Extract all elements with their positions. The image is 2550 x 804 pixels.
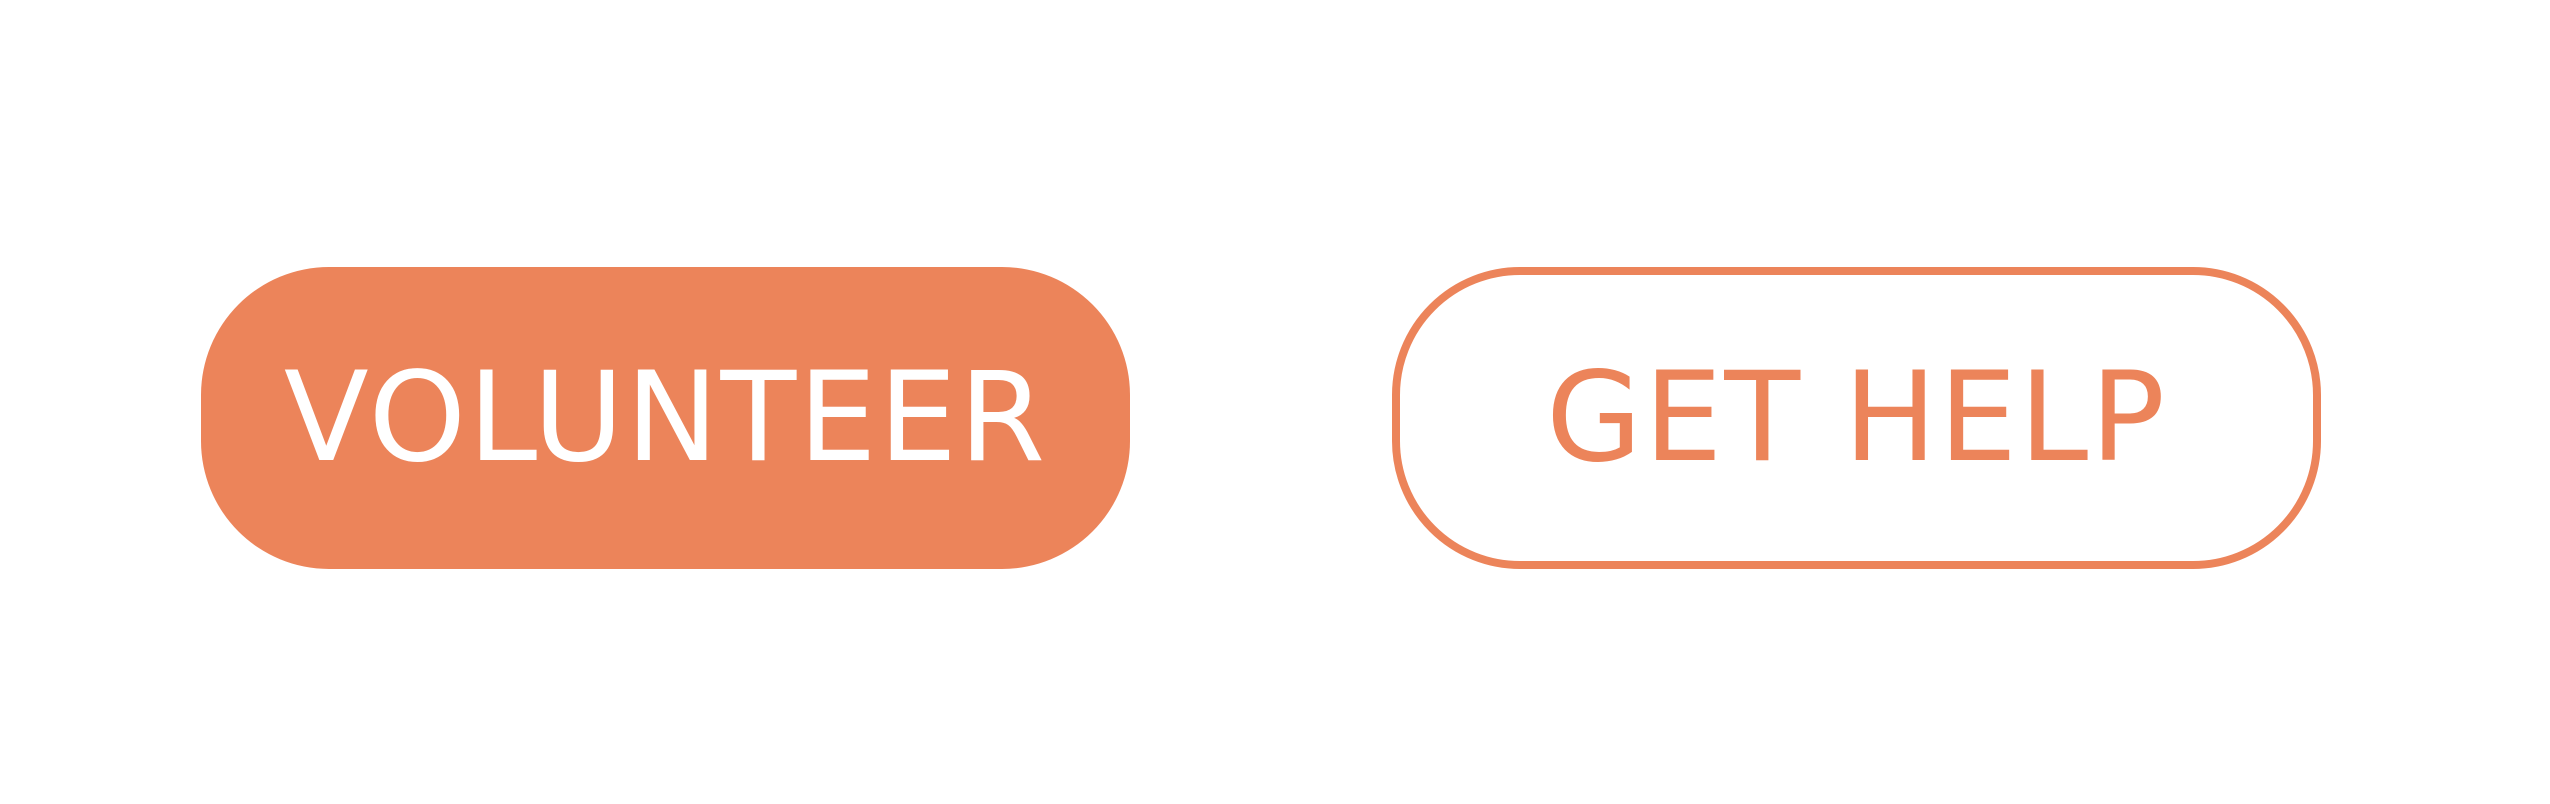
volunteer-button[interactable]: VOLUNTEER: [201, 267, 1130, 569]
get-help-button[interactable]: GET HELP: [1392, 267, 2321, 569]
volunteer-button-label: VOLUNTEER: [283, 346, 1048, 490]
button-group: VOLUNTEER GET HELP: [0, 0, 2550, 804]
get-help-button-label: GET HELP: [1545, 346, 2168, 490]
